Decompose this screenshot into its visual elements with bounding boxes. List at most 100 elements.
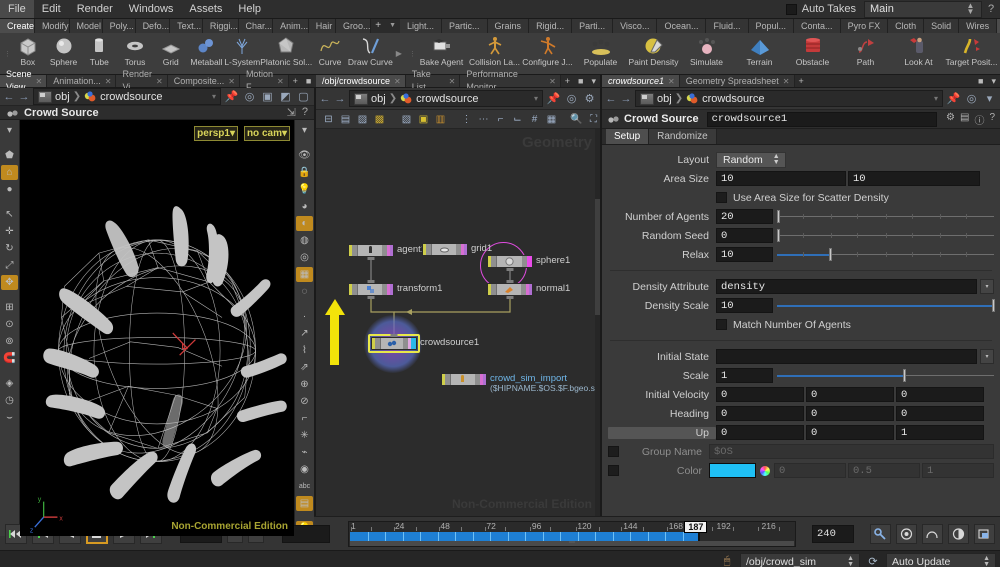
- node-input-connector[interactable]: [367, 280, 375, 283]
- help-icon[interactable]: ?: [982, 3, 1000, 15]
- parm-color-swatch[interactable]: [709, 463, 756, 478]
- path-dropdown-icon[interactable]: ▾: [934, 94, 938, 103]
- help-icon[interactable]: ?: [989, 112, 995, 127]
- move-tool-icon[interactable]: ✛: [1, 224, 18, 239]
- close-icon[interactable]: ✕: [449, 75, 456, 88]
- smooth-shaded-icon[interactable]: ◐: [296, 216, 313, 231]
- auto-takes-checkbox[interactable]: [785, 3, 797, 15]
- shelf-tab-rigging[interactable]: Riggi...: [202, 19, 239, 33]
- shelf-tab-deform[interactable]: Defo...: [135, 19, 171, 33]
- pin-icon[interactable]: 📌: [946, 92, 961, 105]
- menu-assets[interactable]: Assets: [181, 0, 230, 18]
- shelf-item-draw-curve[interactable]: Draw Curve: [348, 33, 393, 67]
- range-end-field[interactable]: 240: [812, 524, 854, 543]
- ghost-display-icon[interactable]: ◌: [296, 284, 313, 299]
- shelf-item-tube[interactable]: Tube: [81, 33, 117, 67]
- parm-relax-slider[interactable]: [777, 247, 994, 262]
- shelf-item-target-position[interactable]: Target Posit...: [945, 33, 998, 67]
- parm-area-size-y[interactable]: 10: [848, 171, 980, 186]
- menu-render[interactable]: Render: [69, 0, 121, 18]
- parameter-path-field[interactable]: obj ❯ crowdsource ▾: [635, 90, 943, 107]
- parm-use-area-size-checkbox[interactable]: [716, 192, 727, 203]
- close-icon[interactable]: ✕: [277, 75, 284, 88]
- pin-icon[interactable]: 📌: [224, 90, 239, 103]
- close-icon[interactable]: ✕: [394, 75, 401, 88]
- view-ground-icon[interactable]: ⌣: [1, 410, 18, 425]
- box-node-icon[interactable]: ▥: [434, 113, 447, 126]
- shelf-tab-grooming[interactable]: Groo...: [335, 19, 372, 33]
- geometry-mode-icon[interactable]: ⌂: [1, 165, 18, 180]
- parm-up-x[interactable]: 0: [716, 425, 804, 440]
- parameter-node-name-field[interactable]: crowdsource1: [706, 111, 938, 127]
- parm-density-attribute-field[interactable]: density: [716, 279, 977, 294]
- menu-help[interactable]: Help: [230, 0, 269, 18]
- help-icon[interactable]: ?: [302, 106, 308, 119]
- shelf-tab-cloth[interactable]: Cloth: [888, 19, 925, 33]
- cook-node-path-field[interactable]: /obj/crowd_sim ▲ ▼: [740, 553, 860, 567]
- snap-primitive-icon[interactable]: ⊙: [1, 317, 18, 332]
- shelf-item-paint-density[interactable]: Paint Density: [627, 33, 680, 67]
- snapshot-button[interactable]: [974, 523, 995, 544]
- shelf-item-populate[interactable]: Populate: [574, 33, 627, 67]
- tab-parameters-crowdsource1[interactable]: crowdsource1 ✕: [602, 75, 680, 87]
- parm-heading-y[interactable]: 0: [806, 406, 894, 421]
- parameter-maximize-icon[interactable]: ■: [974, 75, 988, 87]
- shelf-item-lsystem[interactable]: L-System: [224, 33, 260, 67]
- parm-number-of-agents-field[interactable]: 20: [716, 209, 773, 224]
- shelf-item-configure-joints[interactable]: Configure J...: [521, 33, 574, 67]
- display-options-icon[interactable]: ▣: [260, 90, 275, 103]
- shelf-item-curve[interactable]: Curve: [312, 33, 348, 67]
- tab-animation-editor[interactable]: Animation... ✕: [47, 75, 117, 88]
- close-icon[interactable]: ✕: [105, 75, 112, 88]
- headlight-icon[interactable]: 💡: [296, 182, 313, 197]
- shading-icon[interactable]: ◕: [296, 199, 313, 214]
- parm-random-seed-field[interactable]: 0: [716, 228, 773, 243]
- show-grid-icon[interactable]: ▤: [296, 496, 313, 511]
- network-maximize-icon[interactable]: ■: [574, 75, 588, 87]
- refresh-icon[interactable]: ⟳: [865, 555, 881, 567]
- shelf-tab-modify[interactable]: Modify: [34, 19, 70, 33]
- shelf-tab-hair[interactable]: Hair: [308, 19, 336, 33]
- shelf-tab-fluids[interactable]: Fluid...: [706, 19, 749, 33]
- node-flags-icon[interactable]: ▨: [356, 113, 369, 126]
- grid-show-icon[interactable]: ▦: [545, 113, 558, 126]
- node-output-connector[interactable]: [367, 296, 375, 299]
- back-icon[interactable]: ←: [605, 93, 617, 105]
- node-output-connector[interactable]: [506, 268, 514, 271]
- close-icon[interactable]: ✕: [549, 75, 556, 88]
- node-normal1[interactable]: normal1: [487, 280, 570, 299]
- timeline-scrollbar[interactable]: ⋯: [350, 540, 794, 546]
- tab-take-list[interactable]: Take List ✕: [405, 69, 461, 92]
- close-icon[interactable]: ✕: [36, 75, 43, 88]
- parm-random-seed-slider[interactable]: [777, 228, 994, 243]
- show-names-icon[interactable]: abc: [296, 479, 313, 494]
- shelf-item-metaball[interactable]: Metaball: [189, 33, 225, 67]
- shelf-tab-pyrofx[interactable]: Pyro FX: [840, 19, 889, 33]
- scale-tool-icon[interactable]: ⤢: [1, 258, 18, 273]
- layout-tree-icon[interactable]: ⌐: [494, 113, 507, 126]
- parm-layout-dropdown[interactable]: Random ▲ ▼: [716, 151, 786, 168]
- align-vertical-icon[interactable]: ⋮: [460, 113, 473, 126]
- shelf-add-tab-left-button[interactable]: +: [371, 19, 386, 33]
- forward-icon[interactable]: →: [620, 93, 632, 105]
- node-input-connector[interactable]: [390, 334, 398, 337]
- shelf-tab-particles[interactable]: Partic...: [442, 19, 488, 33]
- shelf-item-simulate[interactable]: Simulate: [680, 33, 733, 67]
- shelf-item-sphere[interactable]: Sphere: [46, 33, 82, 67]
- view-mode-icon[interactable]: ▾: [1, 123, 18, 138]
- parm-initial-velocity-y[interactable]: 0: [806, 387, 894, 402]
- show-point-normals-icon[interactable]: ↗: [296, 326, 313, 341]
- parm-group-name-field[interactable]: $OS: [709, 444, 994, 459]
- show-breakpoints-icon[interactable]: ⌐: [296, 411, 313, 426]
- shelf-tab-model[interactable]: Model: [69, 19, 103, 33]
- update-mode-selector[interactable]: Auto Update ▲ ▼: [886, 553, 996, 567]
- shelf-tab-viscous[interactable]: Visco...: [613, 19, 658, 33]
- chevron-updown-icon[interactable]: ▲ ▼: [983, 555, 990, 567]
- view-ortho-icon[interactable]: ◷: [1, 393, 18, 408]
- back-icon[interactable]: ←: [319, 93, 331, 105]
- background-icon[interactable]: ▢: [296, 90, 311, 103]
- gear-icon[interactable]: ⚙: [582, 92, 597, 105]
- grid-snap-icon[interactable]: #: [528, 113, 541, 126]
- take-selector[interactable]: Main ▲ ▼: [864, 0, 982, 18]
- parm-up-z[interactable]: 1: [896, 425, 984, 440]
